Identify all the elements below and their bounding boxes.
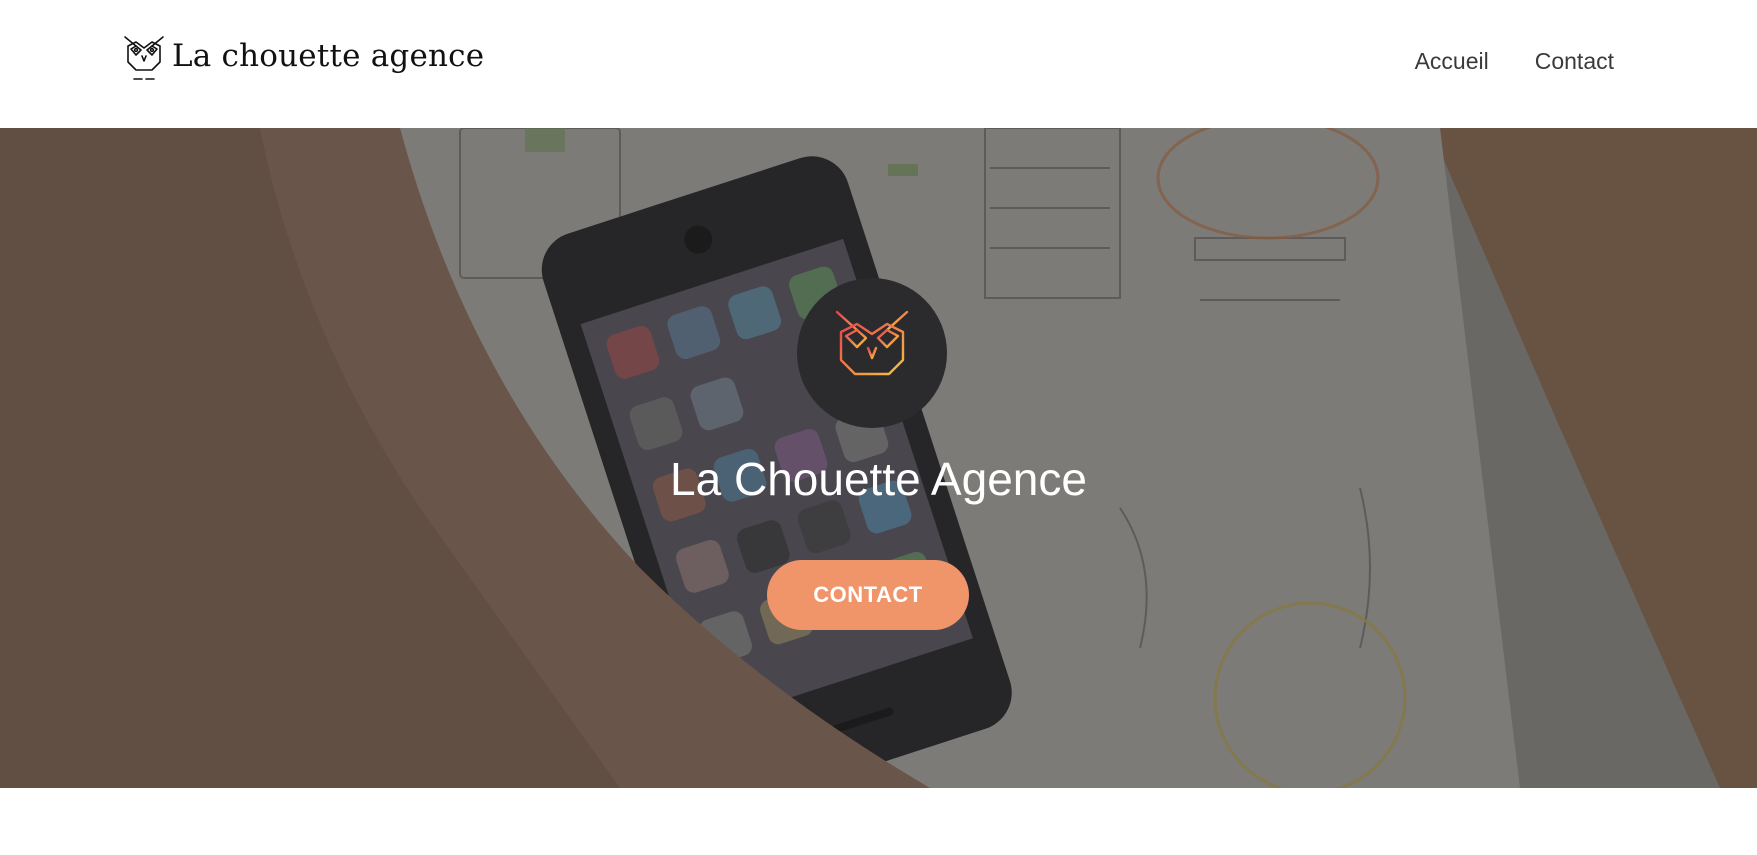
- hero-section: La Chouette Agence CONTACT: [0, 128, 1757, 788]
- nav-item-contact[interactable]: Contact: [1535, 48, 1614, 75]
- hero-content: La Chouette Agence CONTACT: [0, 128, 1757, 788]
- owl-gradient-icon: [797, 278, 947, 428]
- contact-button[interactable]: CONTACT: [767, 560, 969, 630]
- main-nav: Accueil Contact: [1415, 48, 1614, 75]
- brand-link[interactable]: La chouette agence: [122, 34, 484, 84]
- owl-icon: [122, 34, 166, 84]
- site-header: La chouette agence Accueil Contact: [0, 0, 1757, 128]
- brand-name: La chouette agence: [172, 38, 485, 74]
- nav-item-accueil[interactable]: Accueil: [1415, 48, 1489, 75]
- hero-title: La Chouette Agence: [670, 453, 1087, 505]
